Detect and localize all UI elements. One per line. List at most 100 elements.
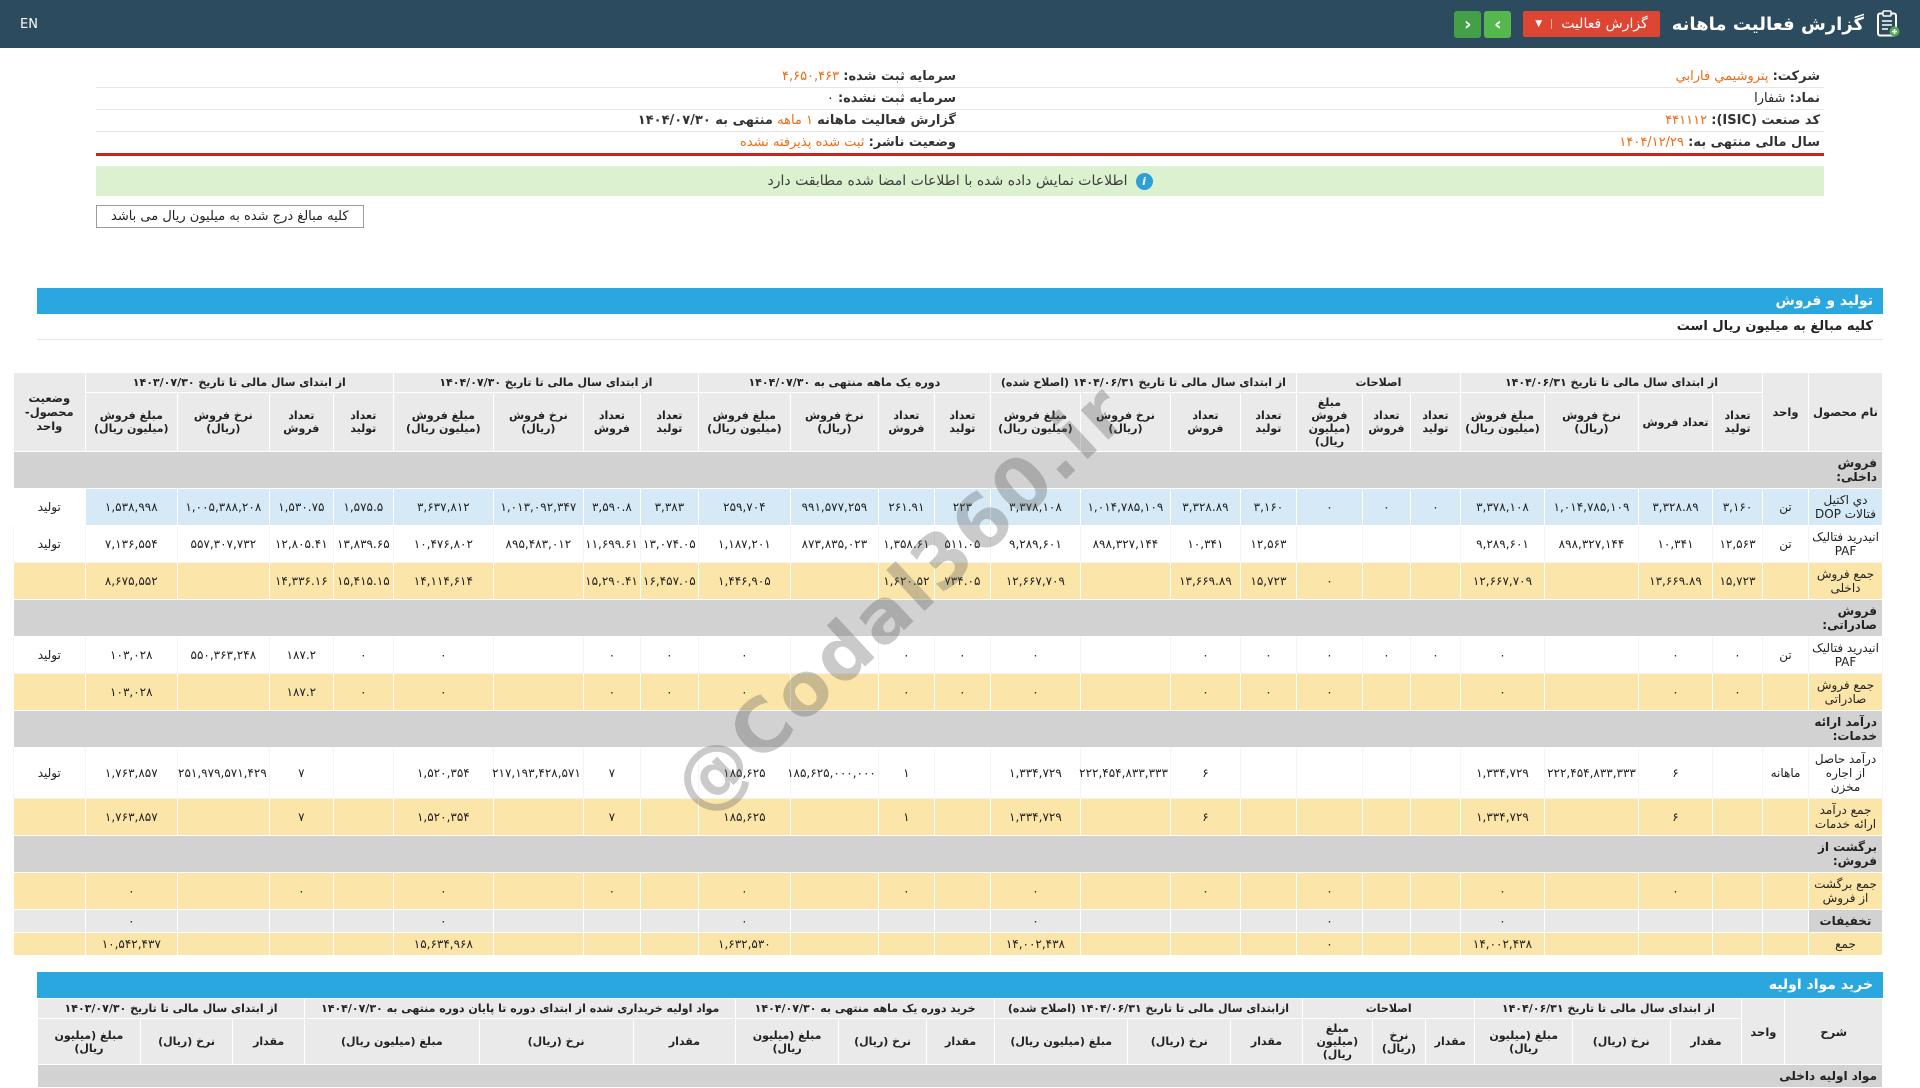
prev-report-button[interactable]: ‹	[1454, 10, 1482, 38]
value-cell	[1712, 932, 1763, 956]
value-cell	[332, 932, 394, 956]
section-label: درآمد ارائه خدمات:	[1814, 715, 1877, 743]
table-data-row: جمع فروش صادراتی ۰ ۰ ۰ ۰ ۰ ۰ ۰ ۰ ۰ ۰ ۰ ۰ ۰ ۰ ۱۸۷.۲ ۱۰۳,۰…	[12, 673, 1883, 711]
unit-cell	[1762, 562, 1809, 600]
company-info-cell: سال مالی منتهی به: ۱۴۰۴/۱۲/۲۹	[960, 131, 1824, 155]
company-info-row: شرکت: پتروشيمي فارابي سرمایه ثبت شده: ۴,۶…	[96, 66, 1824, 88]
unit-cell: تن	[1762, 525, 1809, 563]
value-cell	[1409, 673, 1461, 711]
value-cell: ۲۵۹,۷۰۴	[697, 488, 791, 526]
value-cell: ۰	[1295, 932, 1363, 956]
value-cell	[933, 872, 991, 910]
value-cell: ۰	[1169, 872, 1241, 910]
value-cell	[492, 562, 584, 600]
value-cell: ۷	[268, 747, 334, 799]
column-subheader: تعداد فروش	[1169, 392, 1241, 452]
value-cell: ۸۷۳,۸۳۵,۰۲۳	[789, 525, 879, 563]
value-cell: ۱۸۵,۶۲۵,۰۰۰,۰۰۰	[787, 747, 879, 799]
product-name-cell: جمع درآمد ارائه خدمات	[1808, 798, 1883, 836]
value-cell: ۰	[1361, 488, 1411, 526]
value-cell	[1079, 872, 1171, 910]
column-subheader: مبلغ (میلیون ریال)	[304, 1018, 480, 1065]
company-info-cell: وضعیت ناشر: ثبت شده پذیرفته نشده	[96, 131, 960, 155]
value-cell: ۰	[697, 872, 791, 910]
column-group-header: اصلاحات	[1301, 998, 1476, 1019]
value-cell	[1239, 872, 1297, 910]
value-cell	[176, 798, 270, 836]
value-cell	[1544, 909, 1639, 933]
value-cell: ۶	[1169, 747, 1241, 799]
company-info-cell: سرمایه ثبت شده: ۴,۶۵۰,۴۶۳	[96, 66, 960, 88]
value-cell	[639, 798, 699, 836]
info-value: ۴۴۱۱۱۲	[1665, 113, 1708, 128]
value-cell: ۱۴,۰۰۲,۴۳۸	[1459, 932, 1546, 956]
company-info-cell: گزارش فعالیت ماهانه ۱ ماهه منتهی به ۱۴۰۴…	[96, 109, 960, 132]
value-cell	[268, 909, 334, 933]
value-cell: ۰	[877, 636, 935, 674]
value-cell: ۱,۵۷۵.۵	[332, 488, 394, 526]
table-data-row: جمع درآمد ارائه خدمات ۶ ۱,۳۳۴,۷۲۹ ۶ ۱,۳۳۴,۷۲…	[12, 798, 1883, 836]
value-cell: ۰	[1239, 636, 1297, 674]
value-cell: ۱۵,۴۱۵.۱۵	[332, 562, 394, 600]
column-subheader: تعداد تولید	[1409, 392, 1461, 452]
value-cell	[1079, 636, 1171, 674]
value-cell: ۱,۳۳۴,۷۲۹	[989, 798, 1081, 836]
value-cell: ۳,۶۳۷,۸۱۲	[392, 488, 494, 526]
value-cell: ۰	[989, 673, 1081, 711]
value-cell: ۰	[697, 636, 791, 674]
value-cell: ۰	[933, 636, 991, 674]
value-cell	[1544, 798, 1639, 836]
info-label: شرکت:	[1772, 69, 1820, 84]
column-subheader: نرخ فروش (ریال)	[1079, 392, 1171, 452]
report-document-icon[interactable]	[1876, 10, 1900, 38]
column-subheader: مبلغ (میلیون ریال)	[1474, 1018, 1573, 1065]
report-type-label: گزارش فعالیت	[1561, 16, 1648, 32]
value-cell	[492, 932, 584, 956]
column-subheader: مقدار	[632, 1018, 737, 1065]
table-data-row: درآمد حاصل از اجاره مخزن ماهانه ۶ ۲۲۲,۴۵۴,۸…	[12, 747, 1883, 799]
value-cell	[1712, 798, 1763, 836]
chevron-down-icon: ▼	[1535, 19, 1553, 29]
value-cell: ۷	[268, 798, 334, 836]
value-cell: ۱,۰۱۴,۷۸۵,۱۰۹	[1079, 488, 1171, 526]
value-cell: ۱۳,۶۶۹.۸۹	[1169, 562, 1241, 600]
value-cell	[1712, 872, 1763, 910]
value-cell	[176, 932, 270, 956]
value-cell	[332, 747, 394, 799]
language-toggle-en[interactable]: EN	[20, 17, 38, 32]
value-cell	[1361, 747, 1411, 799]
value-cell	[877, 932, 935, 956]
value-cell: ۱۵,۷۲۳	[1712, 562, 1763, 600]
table-section-row: فروش صادراتی:	[12, 599, 1884, 637]
value-cell: ۱,۴۴۶,۹۰۵	[697, 562, 791, 600]
column-subheader: مبلغ (میلیون ریال)	[1301, 1018, 1373, 1065]
value-cell	[332, 872, 394, 910]
column-subheader: نرخ فروش (ریال)	[492, 392, 584, 452]
value-cell	[1079, 798, 1171, 836]
column-subheader: نرخ فروش (ریال)	[176, 392, 270, 452]
value-cell	[1361, 932, 1411, 956]
value-cell	[877, 909, 935, 933]
value-cell: ۰	[582, 872, 641, 910]
value-cell: ۰	[332, 636, 394, 674]
next-report-button[interactable]: ›	[1484, 10, 1512, 38]
column-subheader: تعداد فروش	[582, 392, 641, 452]
unit-cell: تن	[1762, 636, 1809, 674]
column-group-header: از ابتدای سال مالی تا تاریخ ۱۴۰۳/۰۷/۳۰	[84, 372, 394, 393]
company-info-cell: شرکت: پتروشيمي فارابي	[960, 66, 1824, 88]
value-cell: ۳,۳۲۸.۸۹	[1638, 488, 1713, 526]
value-cell: ۱,۳۵۸.۶۱	[877, 525, 935, 563]
value-cell: ۲۵۱,۹۷۹,۵۷۱,۴۲۹	[176, 747, 270, 799]
materials-table-wrap: شرح واحد از ابتدای سال مالی تا تاریخ ۱۴۰۴/…	[36, 998, 1883, 1088]
report-type-button[interactable]: گزارش فعالیت ▼	[1523, 11, 1660, 37]
column-subheader: مبلغ (میلیون ریال)	[37, 1018, 141, 1065]
value-cell	[1409, 932, 1461, 956]
value-cell: ۷	[582, 798, 641, 836]
column-subheader: مبلغ فروش (میلیون ریال)	[989, 392, 1081, 452]
value-cell	[176, 909, 270, 933]
column-subheader: نرخ (ریال)	[139, 1018, 234, 1065]
value-cell	[1361, 525, 1411, 563]
value-cell: ۱,۳۳۴,۷۲۹	[1459, 798, 1546, 836]
unit-cell: ماهانه	[1762, 747, 1809, 799]
value-cell: ۱,۰۰۵,۳۸۸,۲۰۸	[176, 488, 270, 526]
